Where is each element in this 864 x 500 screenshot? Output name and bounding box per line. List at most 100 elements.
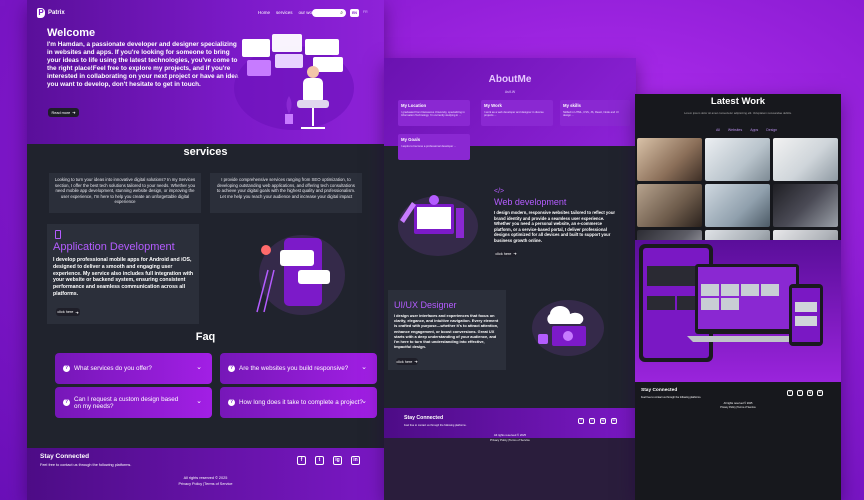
chevron-down-icon: ⌄	[361, 364, 367, 371]
arrow-right-icon: ➔	[414, 360, 418, 364]
faq-question-custom-design[interactable]: ? Can I request a custom design based on …	[55, 387, 212, 418]
work-thumbnail[interactable]	[773, 184, 838, 227]
about-section: AboutMe Asif-W My Location I graduated fr…	[384, 58, 636, 146]
question-icon: ?	[63, 399, 70, 406]
app-card-text: I develop professional mobile apps for A…	[53, 257, 194, 297]
latest-work-panel: Latest Work Lorem ipsum dolor sit amet c…	[635, 94, 841, 500]
uiux-title: UI/UX Designer	[394, 300, 457, 310]
app-click-here-button[interactable]: click here ➔	[56, 308, 80, 316]
about-card-head: My Goals	[401, 137, 421, 142]
faq-title: Faq	[195, 331, 216, 343]
faq-text: How long does it take to complete a proj…	[239, 399, 363, 406]
work-thumbnail[interactable]	[637, 138, 702, 181]
question-icon: ?	[228, 365, 235, 372]
faq-text: Are the websites you build responsive?	[239, 365, 349, 372]
faq-question-responsive[interactable]: ? Are the websites you build responsive? ⌄	[220, 353, 377, 384]
app-card-title: Application Development	[53, 241, 175, 253]
footer-copyright: All rights reserved © 2025	[493, 433, 527, 437]
linkedin-icon[interactable]: in	[817, 390, 823, 396]
web-click-here-button[interactable]: click here ➔	[495, 250, 517, 257]
web-dev-title: Web development	[494, 197, 567, 207]
tab-design[interactable]: Design	[766, 128, 777, 132]
tab-websites[interactable]: Websites	[728, 128, 742, 132]
homepage-panel: P Patrix Home services our work ⌕ EN FR …	[27, 0, 384, 500]
footer-text: Feel free to contact us through the foll…	[40, 463, 132, 467]
footer-title: Stay Connected	[404, 415, 444, 421]
question-icon: ?	[63, 365, 70, 372]
twitter-icon[interactable]: t	[797, 390, 803, 396]
read-more-button[interactable]: Read more ➔	[48, 108, 79, 117]
social-links: f t ig in	[578, 418, 617, 424]
social-links: f t ig in	[787, 390, 823, 396]
hero-section: P Patrix Home services our work ⌕ EN FR …	[27, 0, 384, 144]
footer-policy-links[interactable]: Privacy Policy |Terms of Service	[635, 406, 841, 409]
facebook-icon[interactable]: f	[578, 418, 584, 424]
facebook-icon[interactable]: f	[297, 456, 306, 465]
search-input[interactable]: ⌕	[312, 9, 346, 17]
app-illustration	[256, 235, 345, 315]
nav-services[interactable]: services	[276, 10, 293, 15]
language-en-button[interactable]: EN	[350, 9, 359, 17]
web-dev-text: I design modern, responsive websites tai…	[494, 210, 616, 243]
work-thumbnail[interactable]	[705, 138, 770, 181]
work-filter-tabs: All Websites Apps Design	[716, 128, 777, 132]
instagram-icon[interactable]: ig	[807, 390, 813, 396]
web-dev-illustration	[398, 195, 478, 256]
faq-text: What services do you offer?	[74, 365, 152, 372]
search-icon[interactable]: ⌕	[340, 10, 343, 16]
chevron-down-icon: ⌄	[196, 364, 202, 371]
faq-text: Can I request a custom design based on m…	[74, 395, 179, 410]
nav-home[interactable]: Home	[258, 10, 270, 15]
work-thumbnail[interactable]	[773, 138, 838, 181]
work-thumbnail[interactable]	[705, 184, 770, 227]
faq-question-duration[interactable]: ? How long does it take to complete a pro…	[220, 387, 377, 418]
about-panel: AboutMe Asif-W My Location I graduated fr…	[384, 58, 636, 500]
about-card-head: My skills	[563, 103, 581, 108]
chevron-down-icon: ⌄	[196, 398, 202, 405]
footer-text: Feel free to contact us through the foll…	[641, 396, 702, 399]
logo[interactable]: P Patrix	[37, 8, 65, 18]
nav-menu: Home services our work	[258, 10, 316, 15]
uiux-click-here-button[interactable]: click here ➔	[396, 358, 418, 365]
app-click-label: click here	[57, 310, 74, 314]
hero-intro: I'm Hamdan, a passionate developer and d…	[47, 41, 239, 89]
question-icon: ?	[228, 399, 235, 406]
about-card-head: My Work	[484, 103, 502, 108]
latest-work-title: Latest Work	[710, 96, 766, 107]
twitter-icon[interactable]: t	[589, 418, 595, 424]
tab-apps[interactable]: Apps	[750, 128, 758, 132]
tab-all[interactable]: All	[716, 128, 720, 132]
footer-policy-links[interactable]: Privacy Policy |Terms of Service	[384, 438, 636, 442]
device-mockup-image	[639, 244, 823, 362]
instagram-icon[interactable]: ig	[600, 418, 606, 424]
app-development-card: Application Development I develop profes…	[47, 224, 199, 324]
uiux-click-label: click here	[396, 359, 413, 364]
instagram-icon[interactable]: ig	[333, 456, 342, 465]
web-click-label: click here	[495, 251, 512, 256]
mobile-icon	[55, 230, 61, 239]
uiux-card: UI/UX Designer I design user interfaces …	[388, 290, 506, 370]
footer-text: Feel free to contact us through the foll…	[404, 424, 467, 427]
read-more-label: Read more	[51, 110, 71, 115]
arrow-right-icon: ➔	[513, 252, 517, 256]
about-card-body: I graduated from Damascus University, sp…	[401, 111, 465, 118]
chevron-down-icon: ⌄	[361, 398, 367, 405]
footer-title: Stay Connected	[641, 388, 678, 393]
developer-illustration	[234, 34, 354, 130]
hero-title: Welcome	[47, 27, 96, 39]
linkedin-icon[interactable]: in	[611, 418, 617, 424]
footer-policy-links[interactable]: Privacy Policy |Terms of Service	[27, 482, 384, 486]
uiux-text: I design user interfaces and experiences…	[394, 313, 499, 350]
about-title: AboutMe	[488, 74, 532, 85]
about-card-head: My Location	[401, 103, 427, 108]
work-thumbnail[interactable]	[637, 184, 702, 227]
faq-question-services[interactable]: ? What services do you offer? ⌄	[55, 353, 212, 384]
linkedin-icon[interactable]: in	[351, 456, 360, 465]
footer-copyright: All rights reserved © 2025	[183, 476, 228, 480]
arrow-right-icon: ➔	[72, 111, 76, 115]
uiux-illustration	[532, 300, 604, 356]
twitter-icon[interactable]: t	[315, 456, 324, 465]
language-fr-button[interactable]: FR	[363, 10, 368, 14]
facebook-icon[interactable]: f	[787, 390, 793, 396]
social-links: f t ig in	[297, 456, 360, 465]
